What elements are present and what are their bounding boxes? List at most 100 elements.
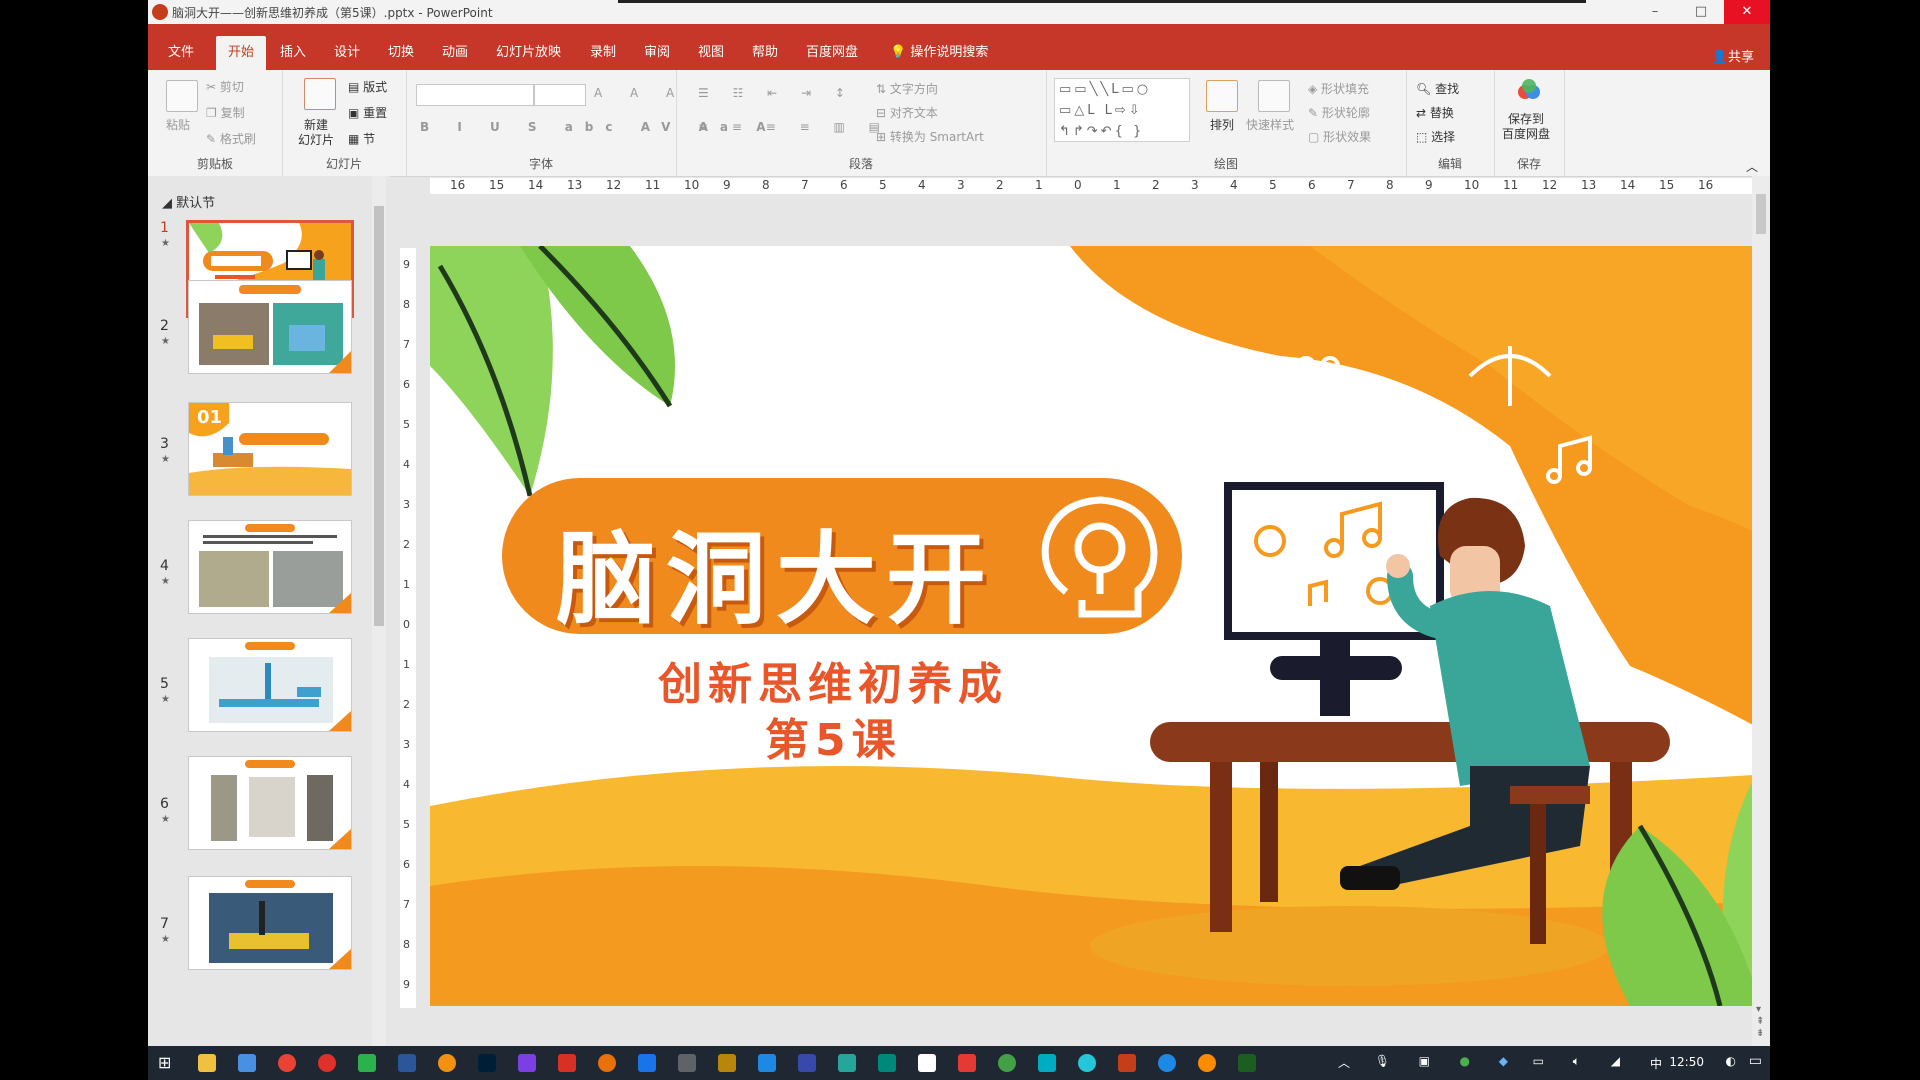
tab-animations[interactable]: 动画 xyxy=(442,24,468,70)
shape-fill-button[interactable]: ◈ 形状填充 xyxy=(1308,80,1369,97)
app-icon[interactable] xyxy=(598,1054,616,1072)
app-icon[interactable] xyxy=(438,1054,456,1072)
tray-app-icon[interactable]: ◆ xyxy=(1499,1054,1508,1068)
photoshop-icon[interactable] xyxy=(478,1054,496,1072)
app-icon[interactable] xyxy=(798,1054,816,1072)
powerpoint-taskbar-icon[interactable] xyxy=(1118,1054,1136,1072)
slide-thumbnail-4[interactable] xyxy=(188,520,352,614)
ime-indicator[interactable]: 中 xyxy=(1650,1055,1662,1072)
shape-effects-button[interactable]: ▢ 形状效果 xyxy=(1308,128,1371,145)
slide-thumbnail-7[interactable] xyxy=(188,876,352,970)
replace-button[interactable]: ⇄ 替换 xyxy=(1416,104,1454,121)
app-icon[interactable] xyxy=(878,1054,896,1072)
maximize-button[interactable]: □ xyxy=(1678,0,1724,24)
tab-slideshow[interactable]: 幻灯片放映 xyxy=(496,24,561,70)
tab-design[interactable]: 设计 xyxy=(334,24,360,70)
collapse-ribbon-icon[interactable]: ︿ xyxy=(1746,158,1758,175)
app-icon[interactable] xyxy=(1158,1054,1176,1072)
battery-icon[interactable]: ▭ xyxy=(1533,1054,1544,1068)
font-size-buttons[interactable]: A A A xyxy=(594,86,686,100)
app-icon[interactable] xyxy=(398,1054,416,1072)
app-icon[interactable] xyxy=(638,1054,656,1072)
format-painter-button[interactable]: ✎ 格式刷 xyxy=(206,130,256,147)
app-icon[interactable] xyxy=(358,1054,376,1072)
excel-icon[interactable] xyxy=(1238,1054,1256,1072)
find-button[interactable]: 🔍︎ 查找 xyxy=(1416,80,1459,97)
tab-view[interactable]: 视图 xyxy=(698,24,724,70)
clock[interactable]: 12:50 xyxy=(1669,1055,1704,1069)
save-to-baidu-button[interactable]: 保存到 百度网盘 xyxy=(1502,112,1550,142)
tab-record[interactable]: 录制 xyxy=(590,24,616,70)
paste-icon[interactable] xyxy=(166,80,198,112)
maps-icon[interactable] xyxy=(918,1054,936,1072)
smartart-button[interactable]: ⊞ 转换为 SmartArt xyxy=(876,128,984,145)
minimize-button[interactable]: – xyxy=(1632,0,1678,24)
font-name-input[interactable] xyxy=(416,84,534,106)
arrange-button[interactable]: 排列 xyxy=(1210,116,1234,133)
reset-button[interactable]: ▣ 重置 xyxy=(348,104,387,121)
tab-home[interactable]: 开始 xyxy=(216,36,267,70)
slide-thumbnail-6[interactable] xyxy=(188,756,352,850)
volume-icon[interactable]: 🔈︎ xyxy=(1573,1054,1580,1069)
slide-scrollbar-thumb[interactable] xyxy=(1756,194,1766,234)
tray-app-icon[interactable]: ◐ xyxy=(1726,1054,1736,1068)
thumbnail-scrollbar[interactable] xyxy=(372,176,386,1046)
notification-icon[interactable]: ▭ xyxy=(1749,1053,1762,1069)
thumbnail-scrollbar-thumb[interactable] xyxy=(374,206,384,626)
tell-me-search[interactable]: 💡 操作说明搜索 xyxy=(890,24,988,70)
select-button[interactable]: ⬚ 选择 xyxy=(1416,128,1455,145)
tray-app-icon[interactable]: ▣ xyxy=(1419,1054,1430,1068)
app-icon[interactable] xyxy=(1078,1054,1096,1072)
tab-baidu-netdisk[interactable]: 百度网盘 xyxy=(806,24,858,70)
slide-canvas[interactable]: 脑洞大开 创新思维初养成 第5课 xyxy=(430,246,1770,1006)
tray-chevron-icon[interactable]: ︿ xyxy=(1338,1054,1350,1071)
section-header[interactable]: ◢ 默认节 xyxy=(162,192,215,211)
app-icon[interactable] xyxy=(1038,1054,1056,1072)
microphone-icon[interactable]: 🎙︎ xyxy=(1375,1054,1390,1068)
tab-help[interactable]: 帮助 xyxy=(752,24,778,70)
app-icon[interactable] xyxy=(558,1054,576,1072)
network-icon[interactable]: ◢ xyxy=(1611,1054,1620,1068)
slide-scrollbar[interactable]: ▾ ⇞ ⇟ xyxy=(1752,176,1770,1046)
tab-file[interactable]: 文件 xyxy=(168,24,194,70)
quick-styles-button[interactable]: 快速样式 xyxy=(1246,116,1294,133)
new-slide-icon[interactable] xyxy=(304,78,336,110)
app-icon[interactable] xyxy=(1198,1054,1216,1072)
windows-start-icon[interactable]: ⊞ xyxy=(158,1054,176,1072)
page-nav-arrows-icon[interactable]: ▾ ⇞ ⇟ xyxy=(1756,1004,1764,1040)
align-text-button[interactable]: ⊟ 对齐文本 xyxy=(876,104,938,121)
arrange-icon[interactable] xyxy=(1206,80,1238,112)
baidu-cloud-icon[interactable] xyxy=(1514,78,1544,104)
app-icon[interactable] xyxy=(758,1054,776,1072)
slide-thumbnail-5[interactable] xyxy=(188,638,352,732)
chrome-icon[interactable] xyxy=(278,1054,296,1072)
slide-lesson-number[interactable]: 第5课 xyxy=(765,704,902,768)
file-explorer-icon[interactable] xyxy=(198,1054,216,1072)
close-button[interactable]: ✕ xyxy=(1724,0,1770,24)
wechat-icon[interactable]: ● xyxy=(1460,1054,1470,1068)
app-icon[interactable] xyxy=(238,1054,256,1072)
slide-title[interactable]: 脑洞大开 xyxy=(556,498,996,643)
app-icon[interactable] xyxy=(838,1054,856,1072)
tab-insert[interactable]: 插入 xyxy=(280,24,306,70)
quick-styles-icon[interactable] xyxy=(1258,80,1290,112)
layout-button[interactable]: ▤ 版式 xyxy=(348,78,387,95)
font-size-input[interactable] xyxy=(534,84,586,106)
section-button[interactable]: ▦ 节 xyxy=(348,130,375,147)
align-buttons[interactable]: ≡ ≡ ≡ ≡ ▥ ▤ xyxy=(698,120,890,134)
app-icon[interactable] xyxy=(318,1054,336,1072)
tab-review[interactable]: 审阅 xyxy=(644,24,670,70)
tab-transitions[interactable]: 切换 xyxy=(388,24,414,70)
app-icon[interactable] xyxy=(678,1054,696,1072)
list-buttons[interactable]: ☰ ☷ ⇤ ⇥ ↕ xyxy=(698,86,855,100)
copy-button[interactable]: ❐ 复制 xyxy=(206,104,245,121)
shape-outline-button[interactable]: ✎ 形状轮廓 xyxy=(1308,104,1370,121)
app-icon[interactable] xyxy=(958,1054,976,1072)
app-icon[interactable] xyxy=(518,1054,536,1072)
shapes-gallery[interactable]: ▭▭╲╲L▭○ ▭△L L⇨⇩ ↰↱↷↶{ } xyxy=(1054,78,1190,142)
slide-thumbnail-2[interactable] xyxy=(188,280,352,374)
share-button[interactable]: 👤共享 xyxy=(1712,46,1754,65)
app-icon[interactable] xyxy=(718,1054,736,1072)
cut-button[interactable]: ✂ 剪切 xyxy=(206,78,244,95)
app-icon[interactable] xyxy=(998,1054,1016,1072)
